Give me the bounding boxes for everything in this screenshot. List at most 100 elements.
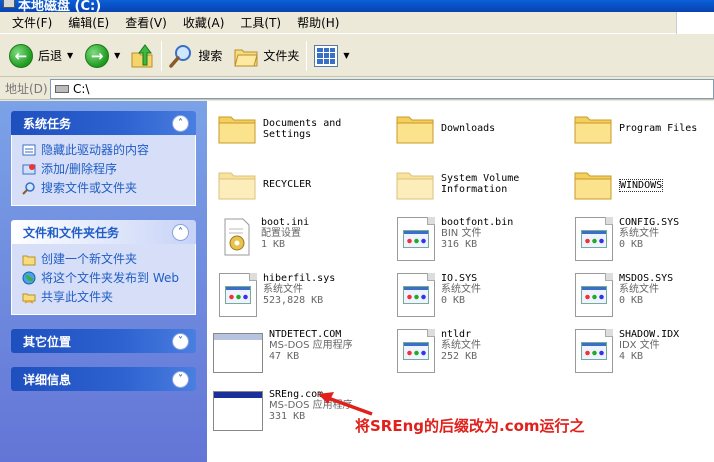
item-name: hiberfil.sys	[263, 273, 336, 284]
folder-up-icon	[131, 43, 153, 67]
task-search-files[interactable]: 搜索文件或文件夹	[22, 180, 187, 196]
item-type: IDX 文件	[619, 340, 660, 351]
folders-label: 文件夹	[263, 49, 300, 63]
file-item[interactable]: IO.SYS 系统文件 0 KB	[397, 273, 481, 317]
views-button[interactable]: ▼	[311, 40, 352, 72]
expand-icon[interactable]: ˅	[172, 332, 189, 350]
menu-file[interactable]: 文件(F)	[4, 14, 60, 31]
collapse-icon[interactable]: ˄	[172, 114, 189, 132]
back-button[interactable]: ← 后退 ▼	[6, 40, 76, 72]
menu-view[interactable]: 查看(V)	[117, 14, 175, 31]
file-tasks-header[interactable]: 文件和文件夹任务 ˄	[11, 220, 196, 244]
file-item[interactable]: hiberfil.sys 系统文件 523,828 KB	[219, 273, 335, 317]
file-icon	[219, 273, 257, 317]
folder-item[interactable]: Program Files	[573, 111, 697, 145]
annotation-arrow-icon	[318, 392, 373, 416]
search-button[interactable]: 搜索	[166, 40, 225, 72]
file-tasks-panel: 文件和文件夹任务 ˄ 创建一个新文件夹 将这个文件夹发布到 Web 共享此文件夹	[11, 220, 196, 315]
folder-item[interactable]: WINDOWS	[573, 167, 664, 201]
item-size: 0 KB	[441, 295, 466, 306]
item-type: 配置设置	[261, 228, 301, 239]
task-publish-web[interactable]: 将这个文件夹发布到 Web	[22, 270, 187, 286]
file-item[interactable]: SHADOW.IDX IDX 文件 4 KB	[575, 329, 679, 373]
config-file-icon	[224, 218, 250, 256]
folder-icon	[396, 116, 434, 144]
file-icon	[397, 273, 435, 317]
item-type: 系统文件	[441, 284, 481, 295]
other-places-title: 其它位置	[23, 334, 72, 349]
item-name: NTDETECT.COM	[269, 329, 342, 340]
system-tasks-header[interactable]: 系统任务 ˄	[11, 111, 196, 135]
address-bar: 地址(D) C:\	[0, 78, 714, 100]
back-arrow-icon: ←	[9, 43, 33, 68]
forward-button[interactable]: → ▼	[82, 40, 123, 72]
task-add-remove-programs[interactable]: 添加/删除程序	[22, 161, 187, 177]
item-name: RECYCLER	[263, 179, 312, 190]
other-places-header[interactable]: 其它位置 ˅	[11, 329, 196, 353]
folder-item[interactable]: System Volume Information	[395, 167, 531, 201]
windows-logo-area	[676, 12, 714, 34]
ms-dos-app-icon	[213, 391, 263, 431]
toolbar: ← 后退 ▼ → ▼ 搜索 文件夹 ▼	[0, 35, 714, 77]
folders-icon	[234, 49, 258, 66]
forward-dropdown-icon[interactable]: ▼	[114, 51, 120, 60]
views-dropdown-icon[interactable]: ▼	[343, 51, 349, 60]
address-input[interactable]: C:\	[50, 78, 714, 99]
task-label: 将这个文件夹发布到 Web	[41, 271, 179, 285]
task-label: 共享此文件夹	[41, 290, 114, 304]
task-hide-drive-contents[interactable]: 隐藏此驱动器的内容	[22, 142, 187, 158]
folder-icon	[396, 172, 434, 200]
folder-item[interactable]: RECYCLER	[217, 167, 311, 201]
folder-item[interactable]: Downloads	[395, 111, 495, 145]
file-item[interactable]: boot.ini 配置设置 1 KB	[219, 217, 309, 257]
details-header[interactable]: 详细信息 ˅	[11, 367, 196, 391]
hide-contents-icon	[22, 144, 36, 156]
toolbar-separator	[306, 40, 308, 71]
menu-help[interactable]: 帮助(H)	[289, 14, 347, 31]
file-icon	[397, 217, 435, 261]
item-type: 系统文件	[263, 284, 303, 295]
task-label: 添加/删除程序	[41, 162, 118, 176]
item-size: 316 KB	[441, 239, 478, 250]
task-new-folder[interactable]: 创建一个新文件夹	[22, 251, 187, 267]
collapse-icon[interactable]: ˄	[172, 223, 189, 241]
item-name: boot.ini	[261, 217, 310, 228]
item-size: 47 KB	[269, 351, 300, 362]
task-label: 搜索文件或文件夹	[41, 181, 138, 195]
address-label: 地址(D)	[5, 82, 48, 96]
drive-icon	[55, 84, 69, 93]
menu-tools[interactable]: 工具(T)	[232, 14, 289, 31]
file-icon	[575, 329, 613, 373]
window-title: 本地磁盘 (C:)	[18, 0, 102, 12]
item-size: 0 KB	[619, 239, 644, 250]
item-size: 1 KB	[261, 239, 286, 250]
folders-button[interactable]: 文件夹	[231, 40, 302, 72]
file-item[interactable]: CONFIG.SYS 系统文件 0 KB	[575, 217, 679, 261]
up-button[interactable]	[127, 40, 157, 72]
expand-icon[interactable]: ˅	[172, 370, 189, 388]
file-item[interactable]: ntldr 系统文件 252 KB	[397, 329, 481, 373]
item-size: 523,828 KB	[263, 295, 324, 306]
search-icon	[169, 44, 192, 68]
folder-icon	[574, 172, 612, 200]
file-icon	[397, 329, 435, 373]
item-name: WINDOWS	[619, 179, 664, 192]
globe-icon	[22, 271, 36, 285]
item-name: Program Files	[619, 123, 698, 134]
details-title: 详细信息	[23, 372, 72, 387]
share-folder-icon	[22, 293, 36, 304]
folder-item[interactable]: Documents and Settings	[217, 111, 345, 145]
task-pane: 系统任务 ˄ 隐藏此驱动器的内容 添加/删除程序 搜索文件或文件夹 文件和文件夹…	[0, 101, 207, 462]
file-item[interactable]: bootfont.bin BIN 文件 316 KB	[397, 217, 513, 261]
file-item[interactable]: MSDOS.SYS 系统文件 0 KB	[575, 273, 673, 317]
file-icon	[575, 273, 613, 317]
menu-edit[interactable]: 编辑(E)	[60, 14, 117, 31]
item-name: CONFIG.SYS	[619, 217, 680, 228]
item-name: ntldr	[441, 329, 472, 340]
menu-favorites[interactable]: 收藏(A)	[175, 14, 233, 31]
back-dropdown-icon[interactable]: ▼	[67, 51, 73, 60]
item-name: IO.SYS	[441, 273, 478, 284]
item-size: 252 KB	[441, 351, 478, 362]
task-share-folder[interactable]: 共享此文件夹	[22, 289, 187, 305]
file-item[interactable]: NTDETECT.COM MS-DOS 应用程序 47 KB	[213, 329, 353, 373]
